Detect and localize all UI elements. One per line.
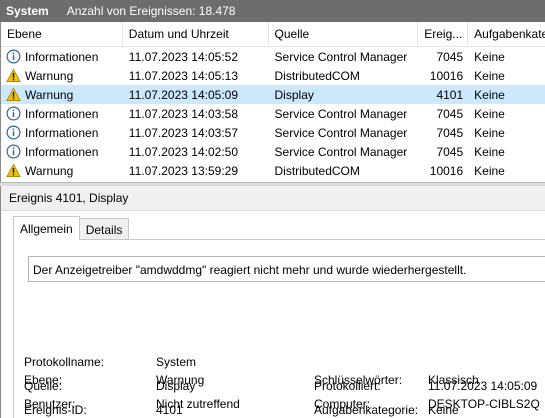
cell-datetime: 11.07.2023 14:02:50 <box>128 144 238 159</box>
cell-datetime: 11.07.2023 14:05:13 <box>128 68 238 83</box>
tab-details[interactable]: Details <box>78 218 130 240</box>
cell-level: Warnung <box>1 161 123 180</box>
label-computer: Computer: <box>314 397 371 411</box>
cell-source: Service Control Manager <box>274 125 408 140</box>
cell-level: Warnung <box>1 66 123 85</box>
cell-task-category: Keine <box>474 87 505 102</box>
event-detail-pane: Ereignis 4101, Display Allgemein Details… <box>0 186 545 418</box>
cell-level: Informationen <box>1 123 123 142</box>
event-row[interactable]: Informationen 11.07.2023 14:05:52 Service … <box>1 47 545 66</box>
log-name: System <box>6 4 49 18</box>
log-header: System Anzahl von Ereignissen: 18.478 <box>0 0 545 22</box>
value-log-name[interactable]: System <box>156 355 196 369</box>
cell-task-category: Keine <box>474 49 505 64</box>
cell-datetime: 11.07.2023 14:03:57 <box>128 125 238 140</box>
cell-datetime: 11.07.2023 14:05:52 <box>128 49 238 64</box>
level-text: Informationen <box>25 125 99 140</box>
cell-event-id: 10016 <box>429 68 464 83</box>
info-icon <box>6 49 21 64</box>
label-level: Ebene: <box>24 373 63 387</box>
cell-source: Display <box>274 87 314 102</box>
level-text: Warnung <box>25 87 74 102</box>
info-icon <box>6 144 21 159</box>
cell-event-id: 7045 <box>436 106 464 121</box>
warning-icon <box>6 87 21 102</box>
event-list-header: Ebene Datum und Uhrzeit Quelle Ereig... … <box>1 22 545 47</box>
cell-datetime: 11.07.2023 13:59:29 <box>128 163 238 178</box>
value-user[interactable]: Nicht zutreffend <box>156 397 240 411</box>
cell-source: DistributedCOM <box>274 68 360 83</box>
column-header-event-id[interactable]: Ereig... <box>418 22 469 47</box>
cell-level: Informationen <box>1 142 123 161</box>
cell-event-id: 7045 <box>436 49 464 64</box>
cell-level: Informationen <box>1 104 123 123</box>
level-text: Informationen <box>25 49 99 64</box>
cell-task-category: Keine <box>474 163 505 178</box>
general-tab-panel: Der Anzeigetreiber "amdwddmg" reagiert n… <box>13 239 545 418</box>
event-row[interactable]: Informationen 11.07.2023 14:02:50 Service … <box>1 142 545 161</box>
event-detail-title: Ereignis 4101, Display <box>1 186 545 211</box>
cell-datetime: 11.07.2023 14:03:58 <box>128 106 238 121</box>
cell-event-id: 7045 <box>436 125 464 140</box>
info-icon <box>6 125 21 140</box>
info-icon <box>6 106 21 121</box>
cell-datetime: 11.07.2023 14:05:09 <box>128 87 238 102</box>
event-description[interactable]: Der Anzeigetreiber "amdwddmg" reagiert n… <box>28 256 545 282</box>
label-log-name: Protokollname: <box>24 355 105 369</box>
level-text: Informationen <box>25 144 99 159</box>
cell-task-category: Keine <box>474 106 505 121</box>
event-count: Anzahl von Ereignissen: 18.478 <box>66 4 236 18</box>
cell-task-category: Keine <box>474 125 505 140</box>
event-row[interactable]: Warnung 11.07.2023 14:05:09 Display 4101 Kei… <box>1 85 545 104</box>
event-rows: Informationen 11.07.2023 14:05:52 Service … <box>1 47 545 180</box>
cell-event-id: 10016 <box>429 163 464 178</box>
value-level[interactable]: Warnung <box>156 373 204 387</box>
level-text: Warnung <box>25 68 74 83</box>
column-header-level[interactable]: Ebene <box>1 22 123 47</box>
event-row[interactable]: Warnung 11.07.2023 13:59:29 DistributedCOM… <box>1 161 545 180</box>
cell-task-category: Keine <box>474 68 505 83</box>
column-header-task-category[interactable]: Aufgabenkate <box>468 22 545 47</box>
cell-event-id: 4101 <box>436 87 464 102</box>
event-list[interactable]: Ebene Datum und Uhrzeit Quelle Ereig... … <box>0 22 545 182</box>
cell-event-id: 7045 <box>436 144 464 159</box>
cell-source: Service Control Manager <box>274 144 408 159</box>
tab-general[interactable]: Allgemein <box>13 216 80 240</box>
warning-icon <box>6 68 21 83</box>
cell-source: Service Control Manager <box>274 106 408 121</box>
cell-level: Warnung <box>1 85 123 104</box>
column-header-datetime[interactable]: Datum und Uhrzeit <box>123 22 269 47</box>
label-user: Benutzer: <box>24 397 76 411</box>
column-header-source[interactable]: Quelle <box>269 22 419 47</box>
warning-icon <box>6 163 21 178</box>
cell-level: Informationen <box>1 47 123 66</box>
value-keywords[interactable]: Klassisch <box>428 373 479 387</box>
event-row[interactable]: Informationen 11.07.2023 14:03:57 Service … <box>1 123 545 142</box>
level-text: Informationen <box>25 106 99 121</box>
cell-source: DistributedCOM <box>274 163 360 178</box>
value-computer[interactable]: DESKTOP-CIBLS2Q <box>428 397 540 411</box>
level-text: Warnung <box>25 163 74 178</box>
label-keywords: Schlüsselwörter: <box>314 373 403 387</box>
cell-task-category: Keine <box>474 144 505 159</box>
detail-tabs: Allgemein Details <box>13 216 130 240</box>
cell-source: Service Control Manager <box>274 49 408 64</box>
event-row[interactable]: Informationen 11.07.2023 14:03:58 Service … <box>1 104 545 123</box>
event-row[interactable]: Warnung 11.07.2023 14:05:13 DistributedCOM… <box>1 66 545 85</box>
